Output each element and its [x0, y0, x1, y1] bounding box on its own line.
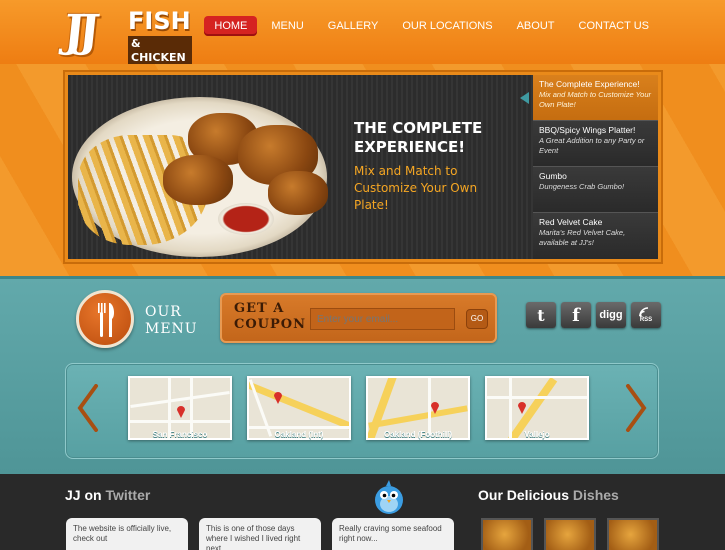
slide-subtitle: Mix and Match to Customize Your Own Plat…	[354, 164, 478, 212]
site-header: JJ FISH & CHICKEN HOME MENU GALLERY OUR …	[0, 0, 725, 66]
fork-knife-icon	[98, 303, 115, 337]
logo-fish: FISH	[128, 7, 191, 35]
nav-home[interactable]: HOME	[204, 16, 258, 36]
dish-thumbnail[interactable]	[544, 518, 596, 550]
logo-jj: JJ	[61, 6, 97, 57]
slider-thumb-item[interactable]: Gumbo Dungeness Crab Gumbo!	[533, 167, 658, 213]
location-name[interactable]: Vallejo	[485, 430, 589, 439]
dishes-section-title: Our Delicious Dishes	[478, 487, 619, 503]
nav-contact-us[interactable]: CONTACT US	[569, 16, 660, 36]
slider-thumbs: The Complete Experience! Mix and Match t…	[533, 75, 658, 259]
twitter-icon[interactable]: t	[526, 302, 556, 328]
arrow-left-icon[interactable]	[76, 384, 100, 432]
go-button[interactable]: GO	[466, 309, 488, 329]
nav-our-locations[interactable]: OUR LOCATIONS	[392, 16, 502, 36]
brand-logo[interactable]: JJ FISH & CHICKEN	[61, 6, 192, 66]
facebook-icon[interactable]: f	[561, 302, 591, 328]
coupon-form: GET A COUPON GO	[220, 293, 497, 343]
dish-thumbnail[interactable]	[481, 518, 533, 550]
featured-slider: THE COMPLETE EXPERIENCE! Mix and Match t…	[65, 72, 661, 262]
email-input[interactable]	[310, 308, 455, 330]
twitter-bird-icon	[375, 480, 403, 514]
digg-icon[interactable]: digg	[596, 302, 626, 328]
social-links: t f digg RSS	[526, 302, 661, 328]
menu-button[interactable]	[76, 290, 134, 348]
main-nav: HOME MENU GALLERY OUR LOCATIONS ABOUT CO…	[204, 16, 659, 36]
slider-thumb-item[interactable]: The Complete Experience! Mix and Match t…	[533, 75, 658, 121]
map-pin-icon	[274, 392, 282, 404]
location-name[interactable]: San Francisco	[128, 430, 232, 439]
map-pin-icon	[431, 402, 439, 414]
slider-thumb-item[interactable]: BBQ/Spicy Wings Platter! A Great Additio…	[533, 121, 658, 167]
slide-title: THE COMPLETE EXPERIENCE!	[354, 119, 483, 156]
nav-about[interactable]: ABOUT	[507, 16, 565, 36]
logo-chicken: & CHICKEN	[128, 36, 192, 66]
locations-carousel: San Francisco Oakland (Int) Oakland (Foo…	[65, 363, 659, 459]
tweet-bubble[interactable]: The website is officially live, check ou…	[66, 518, 188, 550]
tweet-bubble[interactable]: Really craving some seafood right now...	[332, 518, 454, 550]
map-thumbnail	[249, 378, 349, 438]
sauce-cup-image	[218, 203, 274, 235]
rss-waves-icon	[639, 306, 649, 317]
rss-icon[interactable]: RSS	[631, 302, 661, 328]
map-thumbnail	[487, 378, 587, 438]
location-name[interactable]: Oakland (Int)	[247, 430, 351, 439]
dish-thumbnail[interactable]	[607, 518, 659, 550]
location-name[interactable]: Oakland (Foothill)	[366, 430, 470, 439]
arrow-right-icon[interactable]	[624, 384, 648, 432]
rss-label: RSS	[639, 316, 653, 323]
active-thumb-pointer-icon	[520, 92, 529, 104]
fried-chicken-image	[163, 155, 233, 205]
nav-menu[interactable]: MENU	[261, 16, 313, 36]
map-thumbnail	[368, 378, 468, 438]
map-pin-icon	[177, 406, 185, 418]
slider-thumb-item[interactable]: Red Velvet Cake Marita's Red Velvet Cake…	[533, 213, 658, 259]
menu-label[interactable]: OUR MENU	[145, 304, 198, 338]
coupon-label: GET A COUPON	[234, 301, 306, 332]
slide-main[interactable]: THE COMPLETE EXPERIENCE! Mix and Match t…	[68, 75, 533, 259]
tweet-bubble[interactable]: This is one of those days where I wished…	[199, 518, 321, 550]
map-pin-icon	[518, 402, 526, 414]
fried-chicken-image	[268, 171, 328, 215]
twitter-section-title: JJ on Twitter	[65, 487, 151, 503]
map-thumbnail	[130, 378, 230, 438]
nav-gallery[interactable]: GALLERY	[318, 16, 389, 36]
